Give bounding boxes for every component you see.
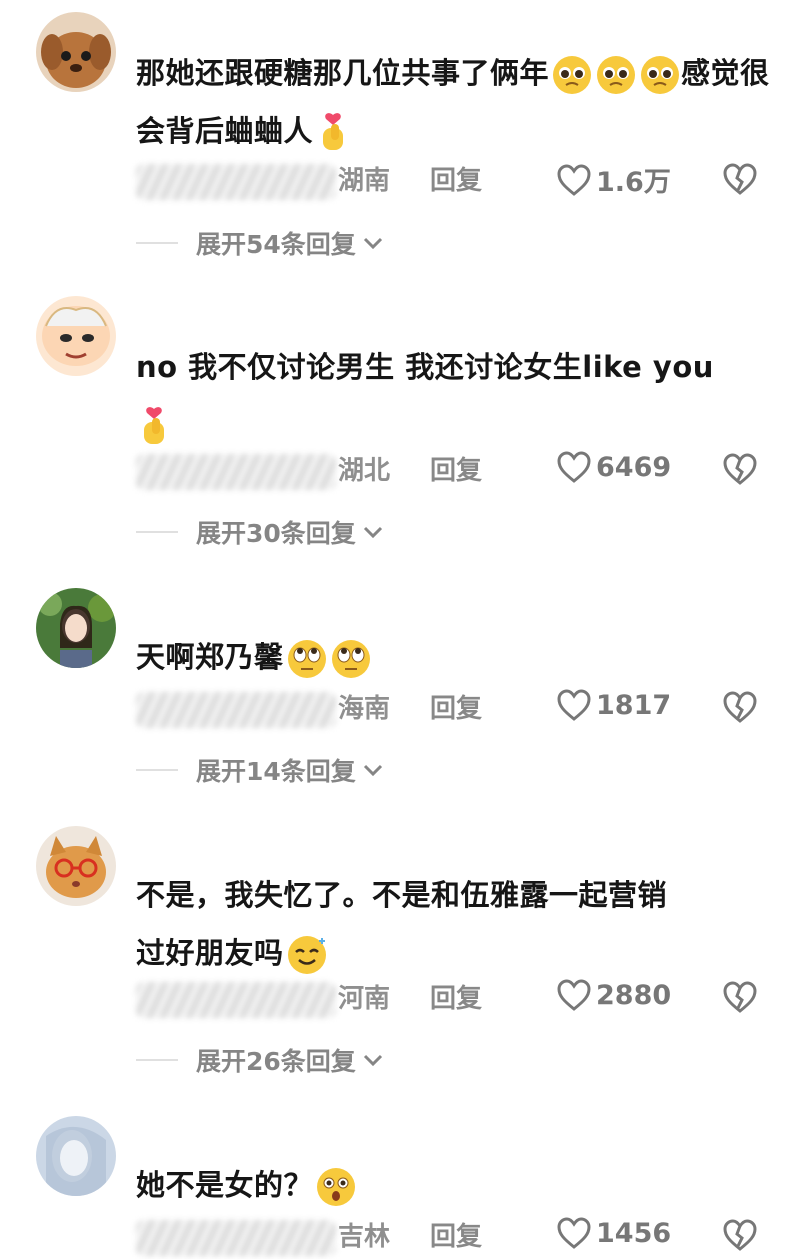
divider bbox=[136, 242, 178, 244]
expand-replies-label: 展开30条回复 bbox=[196, 519, 356, 548]
blurred-username bbox=[136, 454, 336, 490]
heart-outline-icon bbox=[557, 1217, 591, 1249]
shocked-face-emoji bbox=[315, 1166, 357, 1208]
broken-heart-icon bbox=[723, 1219, 757, 1251]
reply-button[interactable]: 回复 bbox=[430, 978, 482, 1015]
like-count: 1.6万 bbox=[596, 167, 671, 198]
finger-heart-emoji bbox=[136, 406, 172, 448]
expand-replies-button[interactable]: 展开14条回复 bbox=[136, 752, 536, 788]
chevron-down-icon bbox=[363, 1054, 382, 1067]
location-label: 河南 bbox=[338, 984, 391, 1014]
comment-meta: 湖北 回复 6469 bbox=[136, 450, 776, 490]
like-button[interactable]: 2880 bbox=[556, 978, 671, 1012]
comment-text-line: 那她还跟硬糖那几位共事了俩年 bbox=[136, 56, 550, 90]
broken-heart-icon bbox=[723, 453, 757, 485]
dislike-button[interactable] bbox=[722, 690, 758, 731]
comment-text-line: 她不是女的？ bbox=[136, 1168, 314, 1202]
heart-outline-icon bbox=[557, 689, 591, 721]
chevron-down-icon bbox=[363, 764, 382, 777]
like-count: 1817 bbox=[596, 689, 672, 721]
blurred-username bbox=[136, 164, 336, 200]
divider bbox=[136, 1059, 178, 1061]
reply-button[interactable]: 回复 bbox=[430, 450, 482, 487]
like-button[interactable]: 1456 bbox=[556, 1216, 671, 1250]
expand-replies-label: 展开26条回复 bbox=[196, 1047, 356, 1076]
avatar[interactable] bbox=[36, 1116, 116, 1196]
blurred-username bbox=[136, 982, 336, 1018]
comment-text: 她不是女的？ bbox=[136, 1156, 776, 1214]
like-button[interactable]: 1.6万 bbox=[556, 160, 671, 199]
comment-text-line: 过好朋友吗 bbox=[136, 936, 284, 970]
comment-meta: 湖南 回复 1.6万 bbox=[136, 160, 776, 200]
avatar[interactable] bbox=[36, 296, 116, 376]
comment-text: no 我不仅讨论男生 我还讨论女生like you bbox=[136, 338, 776, 454]
comment-text: 天啊郑乃馨 bbox=[136, 628, 776, 686]
divider bbox=[136, 769, 178, 771]
sweat-smile-face-emoji bbox=[286, 934, 328, 976]
pleading-face-emoji bbox=[551, 54, 593, 96]
reply-button[interactable]: 回复 bbox=[430, 688, 482, 725]
broken-heart-icon bbox=[723, 691, 757, 723]
heart-outline-icon bbox=[557, 451, 591, 483]
location-label: 海南 bbox=[338, 694, 391, 724]
heart-outline-icon bbox=[557, 163, 591, 196]
chevron-down-icon bbox=[363, 237, 382, 250]
broken-heart-icon bbox=[723, 163, 757, 195]
like-button[interactable]: 6469 bbox=[556, 450, 671, 484]
like-count: 6469 bbox=[596, 451, 672, 483]
chevron-down-icon bbox=[363, 526, 382, 539]
pleading-face-emoji bbox=[595, 54, 637, 96]
comment-meta: 吉林 回复 1456 bbox=[136, 1216, 776, 1256]
comment-text: 那她还跟硬糖那几位共事了俩年 感觉很会背后蛐蛐人 bbox=[136, 44, 776, 160]
broken-heart-icon bbox=[723, 981, 757, 1013]
location-label: 湖南 bbox=[338, 166, 391, 196]
location-label: 吉林 bbox=[338, 1222, 391, 1252]
blurred-username bbox=[136, 1220, 336, 1256]
eye-roll-face-emoji bbox=[330, 638, 372, 680]
avatar[interactable] bbox=[36, 588, 116, 668]
avatar[interactable] bbox=[36, 826, 116, 906]
avatar[interactable] bbox=[36, 12, 116, 92]
dislike-button[interactable] bbox=[722, 980, 758, 1021]
like-button[interactable]: 1817 bbox=[556, 688, 671, 722]
finger-heart-emoji bbox=[315, 112, 351, 154]
blurred-username bbox=[136, 692, 336, 728]
comment-text: 不是，我失忆了。不是和伍雅露一起营销 过好朋友吗 bbox=[136, 866, 776, 982]
dislike-button[interactable] bbox=[722, 162, 758, 203]
eye-roll-face-emoji bbox=[286, 638, 328, 680]
like-count: 1456 bbox=[596, 1217, 672, 1249]
expand-replies-button[interactable]: 展开26条回复 bbox=[136, 1042, 536, 1078]
expand-replies-button[interactable]: 展开54条回复 bbox=[136, 225, 536, 261]
comment-meta: 海南 回复 1817 bbox=[136, 688, 776, 728]
comment-meta: 河南 回复 2880 bbox=[136, 978, 776, 1018]
comment-text-line: no 我不仅讨论男生 我还讨论女生like you bbox=[136, 350, 714, 384]
divider bbox=[136, 531, 178, 533]
comment-text-line: 天啊郑乃馨 bbox=[136, 640, 284, 674]
pleading-face-emoji bbox=[639, 54, 681, 96]
heart-outline-icon bbox=[557, 979, 591, 1011]
dislike-button[interactable] bbox=[722, 452, 758, 493]
expand-replies-label: 展开14条回复 bbox=[196, 757, 356, 786]
location-label: 湖北 bbox=[338, 456, 391, 486]
expand-replies-label: 展开54条回复 bbox=[196, 230, 356, 259]
comment-text-line: 不是，我失忆了。不是和伍雅露一起营销 bbox=[136, 878, 668, 912]
dislike-button[interactable] bbox=[722, 1218, 758, 1259]
expand-replies-button[interactable]: 展开30条回复 bbox=[136, 514, 536, 550]
like-count: 2880 bbox=[596, 979, 672, 1011]
reply-button[interactable]: 回复 bbox=[430, 160, 482, 197]
reply-button[interactable]: 回复 bbox=[430, 1216, 482, 1253]
